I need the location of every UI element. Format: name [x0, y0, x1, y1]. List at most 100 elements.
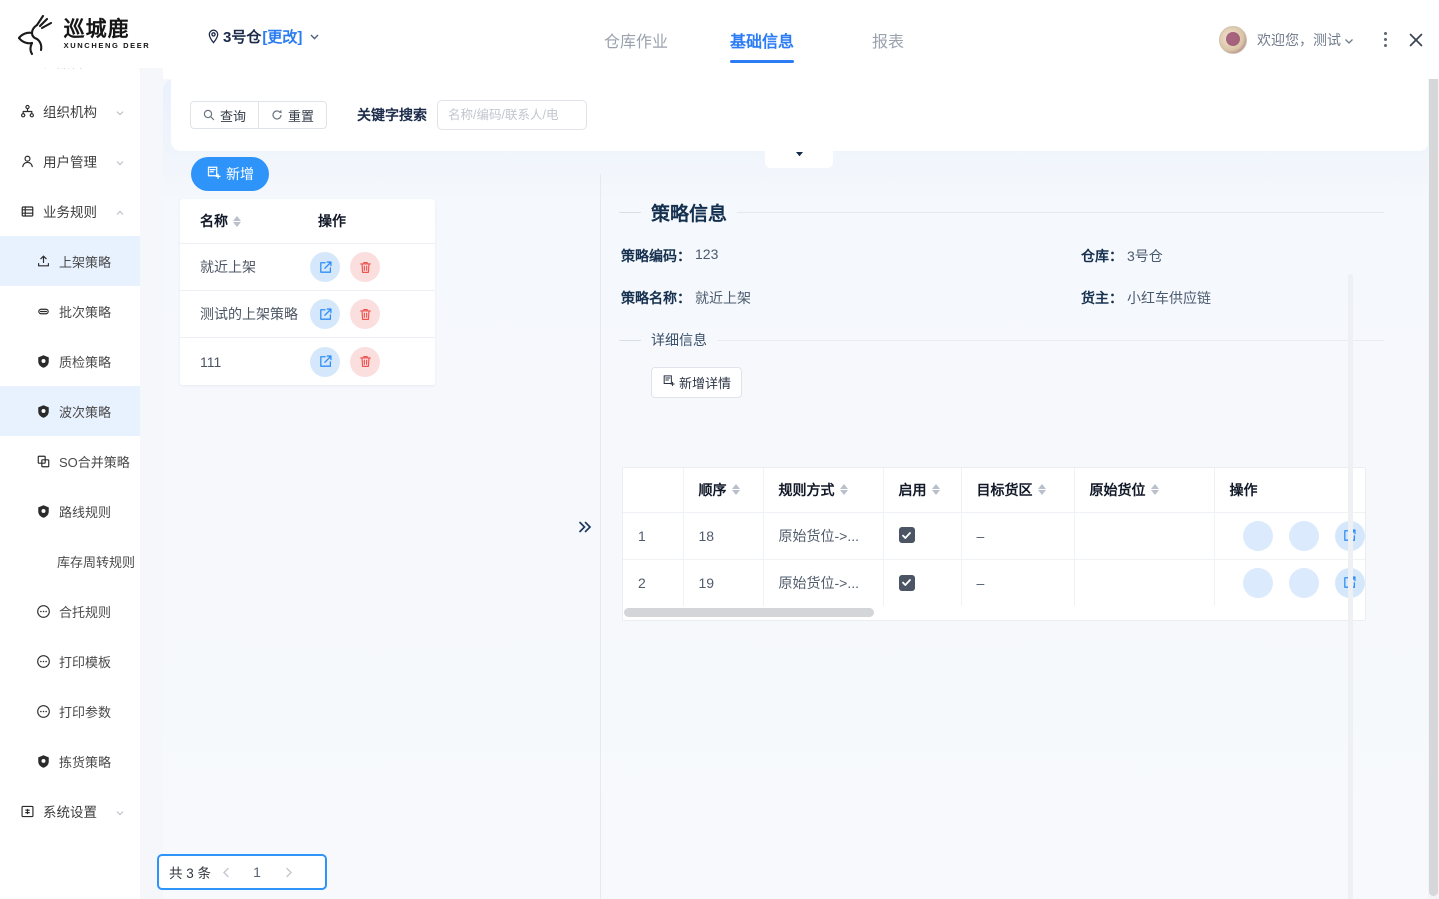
- sidebar-item-14[interactable]: 拣货策略: [0, 736, 140, 786]
- brand-name-cn: 巡城鹿: [63, 16, 130, 41]
- close-x-icon[interactable]: [1407, 31, 1425, 49]
- sidebar-item-label: 组织机构: [43, 105, 97, 120]
- settings-icon: [20, 804, 35, 819]
- blank-circle-button[interactable]: [1288, 567, 1319, 598]
- filter-expand-toggle[interactable]: [765, 143, 833, 168]
- search-input[interactable]: [437, 100, 588, 130]
- detail-column-header-4[interactable]: 目标货区: [961, 468, 1075, 513]
- detail-pane: 策略信息 策略编码： 123 仓库： 3号仓 策略名称： 就近上架 货主： 小红…: [601, 174, 1386, 899]
- trash-icon[interactable]: [350, 252, 380, 282]
- pagination-total: 共 3 条: [169, 866, 212, 881]
- query-button-label: 查询: [220, 108, 247, 124]
- table-row[interactable]: 测试的上架策略: [180, 291, 435, 338]
- user-avatar[interactable]: [1219, 25, 1247, 54]
- blank-circle-button[interactable]: [1288, 520, 1319, 551]
- tab-basic-info[interactable]: 基础信息: [699, 0, 825, 79]
- sidebar-item-4[interactable]: 上架策略: [0, 236, 140, 286]
- sidebar-scroll-area[interactable]: 商品管理组织机构用户管理业务规则上架策略批次策略质检策略波次策略SO合并策略路线…: [0, 60, 140, 899]
- blank-circle-button[interactable]: [1242, 520, 1273, 551]
- detail-column-label: 启用: [898, 481, 927, 498]
- reset-button[interactable]: 重置: [259, 101, 328, 129]
- sidebar-item-6[interactable]: 质检策略: [0, 336, 140, 386]
- table-row[interactable]: 就近上架: [180, 244, 435, 291]
- sidebar-item-12[interactable]: 打印模板: [0, 636, 140, 686]
- chevron-right-icon[interactable]: [273, 857, 303, 887]
- warehouse-selector[interactable]: 3号仓 [更改]: [207, 26, 321, 47]
- sidebar-item-15[interactable]: 系统设置: [0, 786, 140, 836]
- tab-warehouse-ops[interactable]: 仓库作业: [573, 0, 699, 79]
- detail-table-hscrollbar[interactable]: [623, 606, 1365, 620]
- table-row[interactable]: 1 18 原始货位->... –: [623, 512, 1365, 560]
- double-chevron-right-icon[interactable]: [574, 516, 596, 538]
- caret-down-icon: [793, 147, 806, 165]
- sort-toggle-icon[interactable]: [839, 484, 848, 496]
- user-menu[interactable]: 欢迎您，测试: [1257, 30, 1355, 50]
- chevron-down-icon[interactable]: [115, 156, 125, 166]
- kebab-menu-icon[interactable]: [1377, 30, 1393, 50]
- list-item-name: 测试的上架策略: [200, 306, 298, 322]
- sort-toggle-icon[interactable]: [731, 484, 740, 496]
- query-button[interactable]: 查询: [190, 101, 260, 129]
- list-body: 就近上架测试的上架策略 111: [180, 244, 435, 385]
- brand-logo[interactable]: 巡城鹿 XUNCHENG DEER: [0, 0, 163, 68]
- detail-column-label: 目标货区: [976, 481, 1033, 498]
- enabled-checkbox[interactable]: [898, 527, 915, 544]
- sidebar: 商品管理组织机构用户管理业务规则上架策略批次策略质检策略波次策略SO合并策略路线…: [0, 60, 140, 899]
- sidebar-item-1[interactable]: 组织机构: [0, 86, 140, 136]
- sidebar-item-7[interactable]: 波次策略: [0, 386, 140, 436]
- sidebar-scrollbar[interactable]: [1431, 110, 1437, 530]
- trash-icon[interactable]: [350, 299, 380, 329]
- chevron-down-icon[interactable]: [115, 106, 125, 116]
- chevron-up-icon[interactable]: [115, 206, 125, 216]
- column-header-name[interactable]: 名称: [180, 211, 310, 231]
- warehouse-change-link[interactable]: [更改]: [262, 26, 302, 47]
- sort-toggle-icon[interactable]: [233, 215, 241, 227]
- detail-column-header-5[interactable]: 原始货位: [1074, 468, 1215, 513]
- sidebar-item-2[interactable]: 用户管理: [0, 136, 140, 186]
- detail-pane-vscrollbar[interactable]: [1348, 274, 1353, 899]
- detail-column-header-1[interactable]: 顺序: [683, 468, 764, 513]
- chevron-left-icon[interactable]: [211, 857, 241, 887]
- sidebar-item-10[interactable]: 库存周转规则: [0, 536, 140, 586]
- row-actions: [1230, 567, 1366, 598]
- chevron-down-icon[interactable]: [115, 806, 125, 816]
- table-row[interactable]: 111: [180, 338, 435, 385]
- title-dash: [619, 212, 641, 213]
- detail-column-label: 规则方式: [778, 481, 835, 498]
- trash-icon[interactable]: [350, 346, 380, 377]
- sidebar-item-13[interactable]: 打印参数: [0, 686, 140, 736]
- welcome-text: 欢迎您，测试: [1257, 31, 1341, 48]
- sidebar-item-11[interactable]: 合托规则: [0, 586, 140, 636]
- cell-actions: [1214, 559, 1366, 606]
- rules-grid-icon: [20, 204, 35, 219]
- shield-icon: [36, 754, 51, 769]
- field-value: 就近上架: [695, 290, 751, 306]
- detail-column-header-3[interactable]: 启用: [883, 468, 962, 513]
- sidebar-item-3[interactable]: 业务规则: [0, 186, 140, 236]
- sidebar-item-8[interactable]: SO合并策略: [0, 436, 140, 486]
- edit-square-icon[interactable]: [310, 252, 340, 282]
- cell-rule: 原始货位->...: [763, 559, 884, 606]
- page-number-1[interactable]: 1: [241, 864, 273, 880]
- hscrollbar-thumb[interactable]: [624, 608, 874, 617]
- tab-reports[interactable]: 报表: [825, 0, 951, 79]
- detail-column-header-2[interactable]: 规则方式: [763, 468, 884, 513]
- detail-column-label: 操作: [1229, 481, 1258, 498]
- sidebar-item-5[interactable]: 批次策略: [0, 286, 140, 336]
- cell-enabled: [883, 512, 962, 560]
- sidebar-item-label: 打印模板: [59, 654, 112, 670]
- dots-circle-icon: [36, 704, 51, 719]
- sidebar-item-label: 路线规则: [59, 504, 112, 520]
- detail-table: 顺序 规则方式 启用 目标货区 原始货位 操作 1 18 原始货位->... –2 19 原始货位-…: [623, 468, 1366, 606]
- edit-square-icon[interactable]: [310, 299, 340, 329]
- add-detail-button[interactable]: 新增详情: [651, 367, 743, 398]
- add-button[interactable]: 新增: [191, 157, 269, 191]
- enabled-checkbox[interactable]: [898, 574, 915, 591]
- sidebar-item-9[interactable]: 路线规则: [0, 486, 140, 536]
- blank-circle-button[interactable]: [1242, 567, 1273, 598]
- table-row[interactable]: 2 19 原始货位->... –: [623, 559, 1366, 606]
- edit-square-icon[interactable]: [310, 346, 340, 377]
- sort-toggle-icon[interactable]: [931, 484, 940, 496]
- sort-toggle-icon[interactable]: [1150, 484, 1159, 496]
- sort-toggle-icon[interactable]: [1037, 484, 1046, 496]
